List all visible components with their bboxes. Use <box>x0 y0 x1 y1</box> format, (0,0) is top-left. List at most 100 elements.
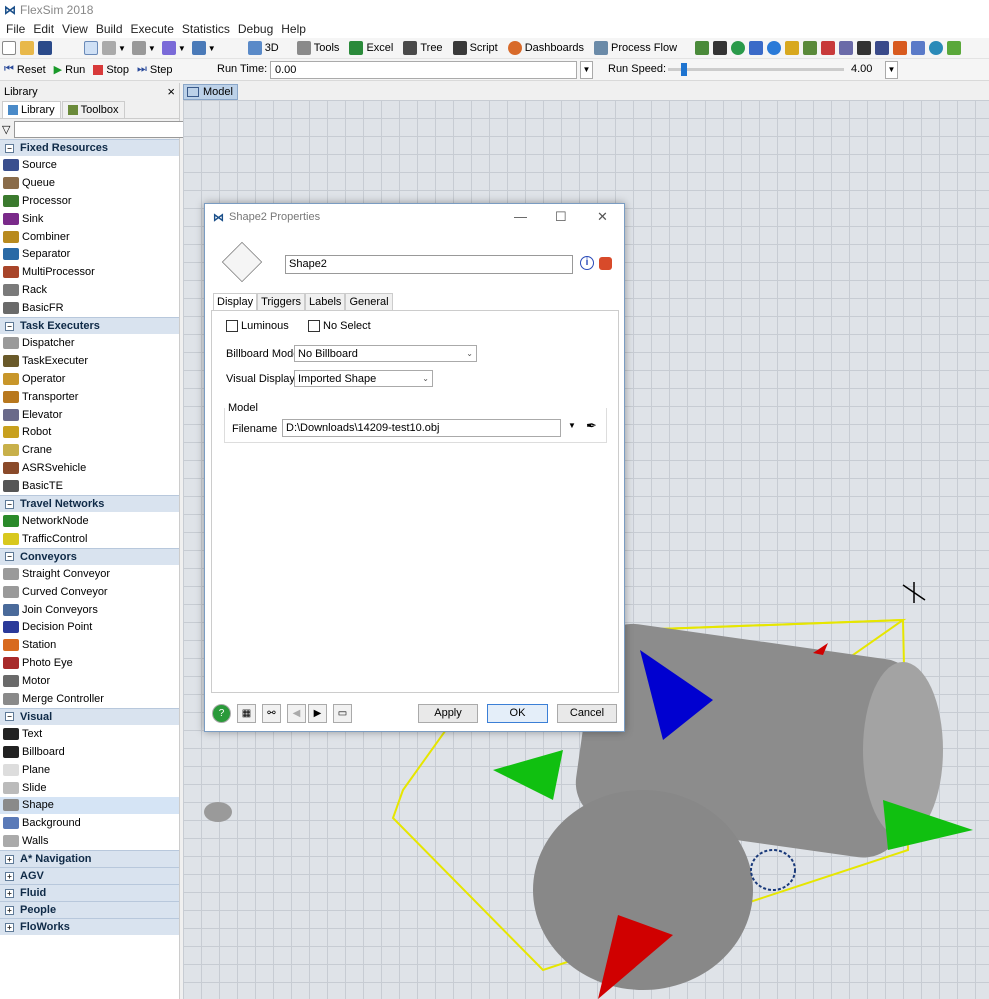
expand-icon[interactable]: + <box>5 888 14 898</box>
tab-toolbox[interactable]: Toolbox <box>61 101 125 118</box>
collapse-icon[interactable]: − <box>5 552 14 562</box>
collapse-icon[interactable]: − <box>5 321 14 331</box>
excel-button[interactable]: Excel <box>343 39 397 58</box>
objects-icon[interactable] <box>785 41 800 55</box>
library-category[interactable]: + FloWorks <box>0 918 179 936</box>
previous-icon[interactable]: ◀ <box>287 704 306 723</box>
binoculars-icon[interactable]: ⚯ <box>262 704 281 723</box>
library-category[interactable]: − Task Executers <box>0 317 179 335</box>
library-item[interactable]: Operator <box>0 370 179 388</box>
expand-icon[interactable]: + <box>5 905 14 915</box>
library-item[interactable]: Rack <box>0 281 179 299</box>
library-item[interactable]: NetworkNode <box>0 512 179 530</box>
tree-view-icon[interactable]: ▦ <box>237 704 256 723</box>
library-item[interactable]: Curved Conveyor <box>0 583 179 601</box>
library-category[interactable]: − Travel Networks <box>0 495 179 513</box>
disconnect-mode-icon[interactable] <box>131 41 146 55</box>
rotation-handle[interactable] <box>750 849 796 891</box>
optimizer-icon[interactable] <box>947 41 962 55</box>
library-item[interactable]: Transporter <box>0 388 179 406</box>
library-item[interactable]: Combiner <box>0 228 179 246</box>
library-item[interactable]: Sink <box>0 210 179 228</box>
library-item[interactable]: Source <box>0 156 179 174</box>
save-icon[interactable] <box>38 41 52 55</box>
globe-icon[interactable] <box>929 41 944 55</box>
library-category[interactable]: + A* Navigation <box>0 850 179 868</box>
library-item[interactable]: Billboard <box>0 743 179 761</box>
close-icon[interactable]: ✕ <box>597 209 608 225</box>
library-item[interactable]: Dispatcher <box>0 334 179 352</box>
library-item[interactable]: Decision Point <box>0 618 179 636</box>
object-settings-icon[interactable] <box>599 257 612 270</box>
run-time-field[interactable]: 0.00 <box>270 61 577 79</box>
expand-icon[interactable]: + <box>5 922 14 932</box>
menu-file[interactable]: File <box>2 22 29 36</box>
library-item[interactable]: TaskExecuter <box>0 352 179 370</box>
menu-statistics[interactable]: Statistics <box>178 22 234 36</box>
menu-debug[interactable]: Debug <box>234 22 277 36</box>
calendar-icon[interactable] <box>839 41 854 55</box>
tab-labels[interactable]: Labels <box>305 293 346 310</box>
script-button[interactable]: Script <box>447 39 502 58</box>
refresh-icon[interactable] <box>767 41 782 55</box>
tab-display[interactable]: Display <box>213 293 258 310</box>
tab-general[interactable]: General <box>345 293 393 310</box>
menu-edit[interactable]: Edit <box>29 22 58 36</box>
collapse-icon[interactable]: − <box>5 499 14 509</box>
library-item[interactable]: Photo Eye <box>0 654 179 672</box>
chevron-down-icon[interactable]: ▼ <box>178 44 186 53</box>
layout-icon[interactable] <box>191 41 206 55</box>
library-category[interactable]: − Fixed Resources <box>0 139 179 156</box>
close-icon[interactable]: × <box>167 84 175 99</box>
library-search-input[interactable] <box>14 120 194 138</box>
process-flow-button[interactable]: Process Flow <box>588 39 681 58</box>
visual-display-select[interactable]: Imported Shape ⌄ <box>294 370 433 387</box>
library-item[interactable]: Queue <box>0 174 179 192</box>
billboard-mode-select[interactable]: No Billboard ⌄ <box>294 345 477 362</box>
step-button[interactable]: ⏭ Step <box>133 60 177 79</box>
green-axis-cone-left[interactable] <box>493 750 563 800</box>
experimenter-icon[interactable] <box>875 41 890 55</box>
filename-field[interactable]: D:\Downloads\14209-test10.obj <box>282 419 561 437</box>
menu-view[interactable]: View <box>58 22 92 36</box>
library-category[interactable]: − Conveyors <box>0 547 179 565</box>
library-item[interactable]: Processor <box>0 192 179 210</box>
library-item[interactable]: Slide <box>0 779 179 797</box>
menu-execute[interactable]: Execute <box>127 22 178 36</box>
monitor-icon[interactable] <box>803 41 818 55</box>
tab-model[interactable]: Model <box>183 84 238 100</box>
expand-icon[interactable]: + <box>5 871 14 881</box>
expand-icon[interactable]: + <box>5 854 14 864</box>
collapse-icon[interactable]: − <box>5 143 14 153</box>
cancel-button[interactable]: Cancel <box>557 704 617 723</box>
library-item[interactable]: Station <box>0 636 179 654</box>
chart-icon[interactable] <box>893 41 908 55</box>
library-category[interactable]: + Fluid <box>0 884 179 902</box>
new-file-icon[interactable] <box>2 41 16 55</box>
stop-button[interactable]: Stop <box>89 60 133 79</box>
library-item[interactable]: Text <box>0 725 179 743</box>
help-icon[interactable] <box>731 41 746 55</box>
tree-button[interactable]: Tree <box>397 39 446 58</box>
connect-mode-icon[interactable] <box>102 41 116 55</box>
library-category[interactable]: + AGV <box>0 867 179 885</box>
menu-help[interactable]: Help <box>277 22 310 36</box>
library-category[interactable]: − Visual <box>0 707 179 725</box>
run-speed-dropdown[interactable]: ▼ <box>885 61 898 79</box>
run-speed-slider[interactable] <box>668 68 844 71</box>
minimize-icon[interactable]: — <box>514 209 527 224</box>
info-icon[interactable]: i <box>580 256 594 270</box>
help-icon[interactable]: ? <box>212 704 231 723</box>
library-item[interactable]: Join Conveyors <box>0 601 179 619</box>
library-item[interactable]: ASRSvehicle <box>0 459 179 477</box>
schedule-icon[interactable] <box>857 41 872 55</box>
chain-icon[interactable] <box>821 41 836 55</box>
library-item[interactable]: BasicTE <box>0 477 179 495</box>
library-item[interactable]: MultiProcessor <box>0 263 179 281</box>
library-item[interactable]: Separator <box>0 245 179 263</box>
eyedropper-icon[interactable]: ✒ <box>586 418 597 434</box>
no-select-checkbox[interactable]: No Select <box>308 320 371 332</box>
ok-button[interactable]: OK <box>487 704 548 723</box>
tab-library[interactable]: Library <box>2 101 61 118</box>
library-item[interactable]: Shape <box>0 796 179 815</box>
